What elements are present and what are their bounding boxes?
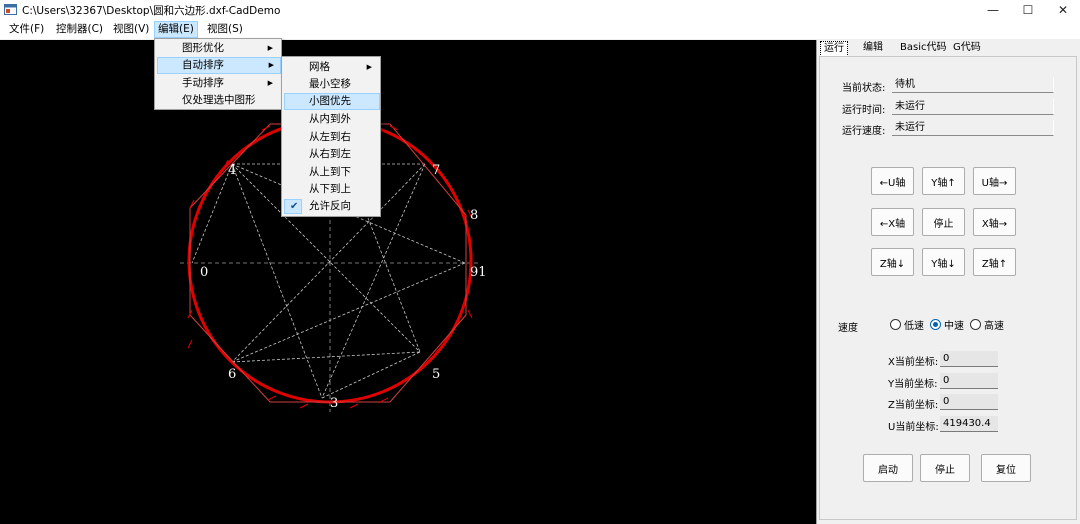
- menu-item-min-travel[interactable]: 最小空移: [284, 76, 378, 93]
- speed-medium-radio[interactable]: 中速: [930, 317, 964, 332]
- radio-indicator: [970, 319, 981, 330]
- run-time-value: 未运行: [892, 99, 1054, 115]
- submenu-arrow-icon: ▶: [366, 63, 372, 71]
- menu-item-label: 手动排序: [182, 77, 224, 89]
- jog-stop-button[interactable]: 停止: [922, 208, 965, 236]
- menu-item-label: 网格: [309, 61, 330, 73]
- tab-g-code[interactable]: G代码: [950, 41, 984, 57]
- menu-item-allow-reverse[interactable]: ✔ 允许反向: [284, 198, 378, 215]
- u-axis-left-button[interactable]: ←U轴: [871, 167, 914, 195]
- node-label-91: 91: [470, 265, 487, 280]
- edit-menu-dropdown: 图形优化 ▶ 自动排序 ▶ 手动排序 ▶ 仅处理选中图形: [154, 38, 282, 110]
- node-label-0: 0: [200, 265, 208, 280]
- status-value: 待机: [892, 77, 1054, 93]
- y-axis-up-button[interactable]: Y轴↑: [922, 167, 965, 195]
- speed-low-radio[interactable]: 低速: [890, 317, 924, 332]
- run-speed-label: 运行速度:: [842, 126, 886, 137]
- radio-indicator: [930, 319, 941, 330]
- run-speed-value: 未运行: [892, 120, 1054, 136]
- control-panel: 运行 编辑 Basic代码 G代码 当前状态: 待机 运行时间: 未运行 运行速…: [816, 40, 1080, 524]
- node-label-5: 5: [432, 367, 440, 382]
- node-label-7: 7: [432, 163, 440, 178]
- title-bar: C:\Users\32367\Desktop\圆和六边形.dxf-CadDemo…: [0, 0, 1080, 20]
- status-label: 当前状态:: [842, 83, 886, 94]
- radio-indicator: [890, 319, 901, 330]
- menu-file[interactable]: 文件(F): [6, 21, 47, 38]
- x-coord-label: X当前坐标:: [888, 357, 939, 368]
- auto-sort-submenu: 网格 ▶ 最小空移 小图优先 从内到外 从左到右 从右到左 从上到下 从下到上 …: [281, 56, 381, 217]
- menu-item-selected-only[interactable]: 仅处理选中图形: [157, 92, 279, 109]
- radio-label: 低速: [904, 321, 924, 332]
- y-coord-label: Y当前坐标:: [888, 379, 938, 390]
- drawing-svg: 4 7 8 0 91 6 5 3: [180, 115, 487, 412]
- menu-item-bottom-top[interactable]: 从下到上: [284, 181, 378, 198]
- menu-item-small-first[interactable]: 小图优先: [284, 93, 380, 110]
- z-coord-field[interactable]: 0: [940, 394, 998, 410]
- node-label-6: 6: [228, 367, 236, 382]
- menu-item-right-left[interactable]: 从右到左: [284, 146, 378, 163]
- u-coord-label: U当前坐标:: [888, 422, 939, 433]
- menu-item-auto-sort[interactable]: 自动排序 ▶: [157, 57, 281, 74]
- minimize-button[interactable]: —: [973, 0, 1013, 20]
- run-time-label: 运行时间:: [842, 105, 886, 116]
- start-button[interactable]: 启动: [863, 454, 913, 482]
- tab-basic-code[interactable]: Basic代码: [897, 41, 949, 57]
- menu-item-top-bottom[interactable]: 从上到下: [284, 164, 378, 181]
- checkmark-icon: ✔: [290, 201, 299, 212]
- reset-button[interactable]: 复位: [981, 454, 1031, 482]
- node-label-4: 4: [228, 163, 236, 178]
- radio-label: 高速: [984, 321, 1004, 332]
- menu-item-label: 自动排序: [182, 59, 224, 71]
- menu-bar: 文件(F) 控制器(C) 视图(V) 编辑(E) 视图(S): [0, 20, 1080, 39]
- run-tab-page: 当前状态: 待机 运行时间: 未运行 运行速度: 未运行 ←U轴 Y轴↑ U轴→…: [819, 56, 1077, 520]
- node-label-8: 8: [470, 208, 478, 223]
- menu-item-manual-sort[interactable]: 手动排序 ▶: [157, 75, 279, 92]
- tab-run[interactable]: 运行: [820, 41, 848, 57]
- y-axis-down-button[interactable]: Y轴↓: [922, 248, 965, 276]
- close-button[interactable]: ✕: [1043, 0, 1080, 20]
- z-axis-up-button[interactable]: Z轴↑: [973, 248, 1016, 276]
- x-coord-field[interactable]: 0: [940, 351, 998, 367]
- app-icon: [4, 4, 17, 15]
- stop-button[interactable]: 停止: [920, 454, 970, 482]
- menu-view-s[interactable]: 视图(S): [204, 21, 246, 38]
- menu-item-left-right[interactable]: 从左到右: [284, 129, 378, 146]
- u-coord-field[interactable]: 419430.4: [940, 416, 998, 432]
- maximize-button[interactable]: ☐: [1008, 0, 1048, 20]
- node-label-3: 3: [330, 396, 338, 411]
- tab-edit[interactable]: 编辑: [860, 41, 886, 57]
- menu-controller[interactable]: 控制器(C): [53, 21, 106, 38]
- z-coord-label: Z当前坐标:: [888, 400, 939, 411]
- menu-item-grid[interactable]: 网格 ▶: [284, 59, 378, 76]
- submenu-arrow-icon: ▶: [268, 61, 274, 69]
- window-title: C:\Users\32367\Desktop\圆和六边形.dxf-CadDemo: [22, 5, 281, 17]
- x-axis-right-button[interactable]: X轴→: [973, 208, 1016, 236]
- y-coord-field[interactable]: 0: [940, 373, 998, 389]
- submenu-arrow-icon: ▶: [267, 79, 273, 87]
- menu-edit[interactable]: 编辑(E): [154, 21, 198, 38]
- radio-label: 中速: [944, 321, 964, 332]
- speed-high-radio[interactable]: 高速: [970, 317, 1004, 332]
- speed-label: 速度: [838, 323, 858, 334]
- z-axis-down-button[interactable]: Z轴↓: [871, 248, 914, 276]
- menu-item-shape-optimize[interactable]: 图形优化 ▶: [157, 40, 279, 57]
- drawing-canvas[interactable]: 4 7 8 0 91 6 5 3: [0, 40, 816, 524]
- menu-view[interactable]: 视图(V): [110, 21, 152, 38]
- x-axis-left-button[interactable]: ←X轴: [871, 208, 914, 236]
- submenu-arrow-icon: ▶: [267, 44, 273, 52]
- menu-item-label: 图形优化: [182, 42, 224, 54]
- u-axis-right-button[interactable]: U轴→: [973, 167, 1016, 195]
- menu-item-label: 允许反向: [309, 200, 351, 212]
- menu-item-inside-out[interactable]: 从内到外: [284, 111, 378, 128]
